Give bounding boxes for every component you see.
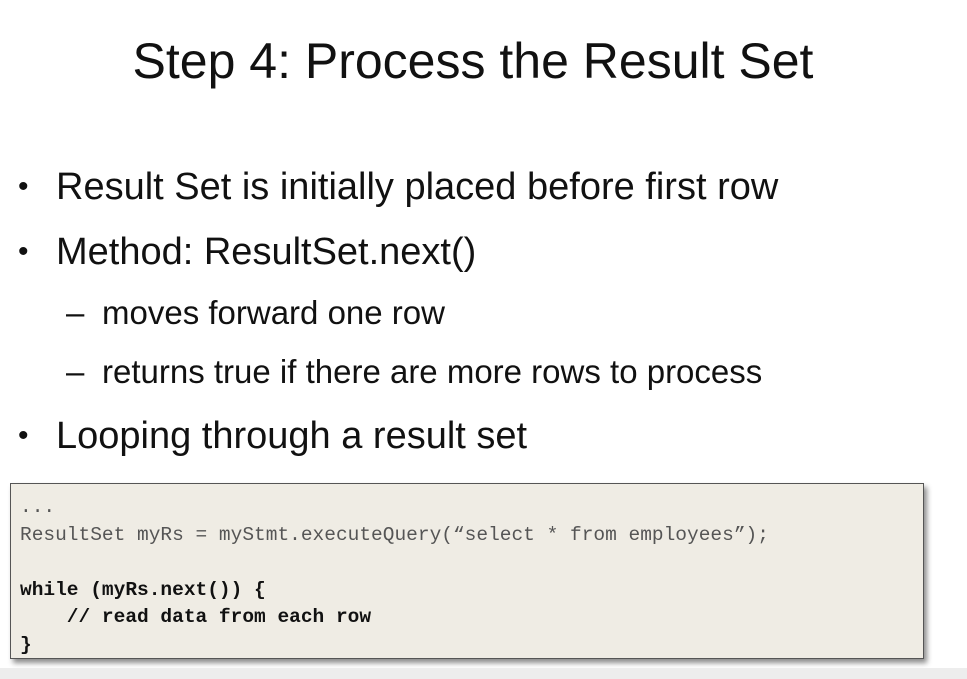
code-line: // read data from each row [20,606,372,628]
slide-title: Step 4: Process the Result Set [132,33,814,89]
sub-bullet-marker: – [66,294,85,331]
code-block: ... ResultSet myRs = myStmt.executeQuery… [10,483,924,659]
sub-bullet-text: returns true if there are more rows to p… [102,353,763,390]
code-line: ResultSet myRs = myStmt.executeQuery(“se… [20,523,769,546]
sub-bullet-marker: – [66,353,85,390]
bullet-marker: • [18,235,29,268]
code-line: while (myRs.next()) { [20,578,266,601]
sub-bullet-item: – returns true if there are more rows to … [66,352,762,392]
code-line: } [20,633,32,656]
bullet-item: • Method: ResultSet.next() [18,229,476,275]
sub-bullet-text: moves forward one row [102,294,445,331]
bullet-marker: • [18,419,29,452]
code-line: ... [20,496,56,518]
bullet-text: Result Set is initially placed before fi… [56,166,779,208]
bullet-item: • Looping through a result set [18,413,527,459]
bullet-text: Looping through a result set [56,415,528,457]
bullet-text: Method: ResultSet.next() [56,231,477,273]
slide-bottom-strip [0,668,967,679]
bullet-item: • Result Set is initially placed before f… [18,164,778,210]
sub-bullet-item: – moves forward one row [66,293,445,333]
bullet-marker: • [18,170,29,203]
